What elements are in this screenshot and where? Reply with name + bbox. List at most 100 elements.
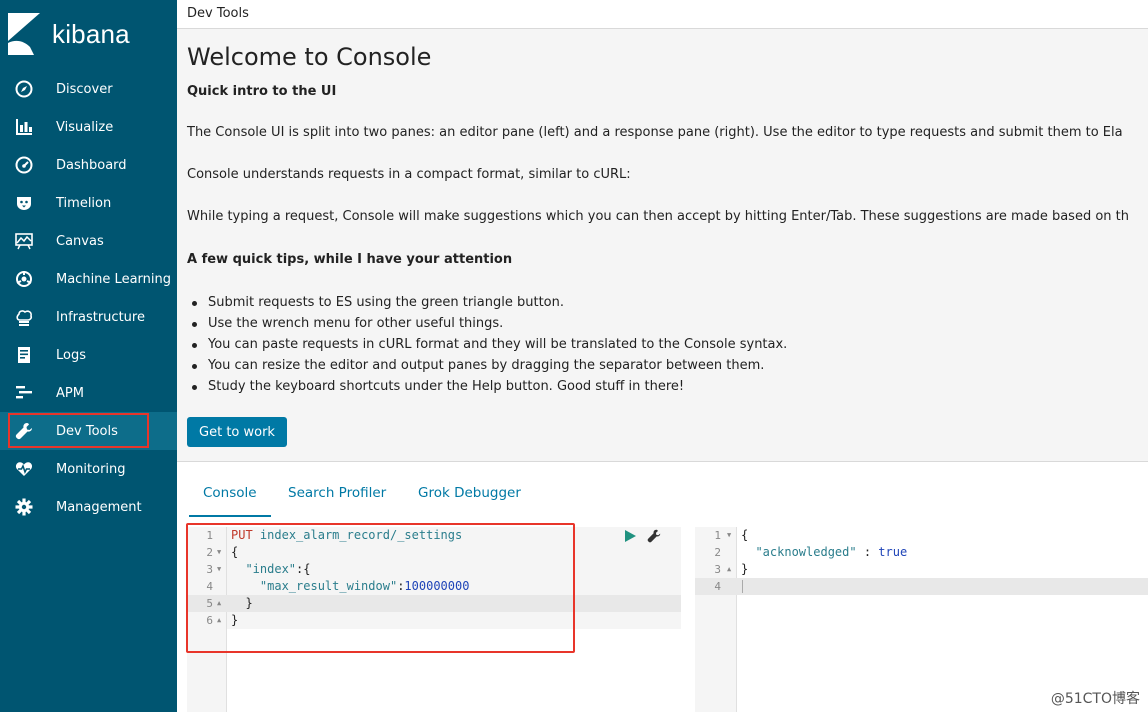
watermark: @51CTO博客 <box>1050 691 1140 707</box>
http-method: PUT <box>231 528 253 542</box>
sidebar-item-discover[interactable]: Discover <box>0 70 177 108</box>
line-number: 4 <box>714 580 721 593</box>
sidebar-item-machine-learning[interactable]: Machine Learning <box>0 260 177 298</box>
kibana-logo[interactable]: kibana <box>8 12 173 56</box>
line-number: 5 <box>206 597 213 610</box>
json-value: true <box>878 545 908 559</box>
apm-icon <box>14 383 34 403</box>
tip-item: You can paste requests in cURL format an… <box>187 334 787 355</box>
json-punct: : <box>856 545 879 559</box>
heartbeat-icon <box>14 459 34 479</box>
request-editor[interactable]: 1 PUT index_alarm_record/_settings 2 ▼ {… <box>187 527 681 712</box>
response-output[interactable]: 1 ▼ { 2 "acknowledged" : true 3 ▲ } 4 <box>695 527 1148 712</box>
json-punct: } <box>245 596 253 610</box>
sidebar-item-visualize[interactable]: Visualize <box>0 108 177 146</box>
sidebar: kibana Discover Visualize Dashboard Time… <box>0 0 177 712</box>
intro-paragraph-suggestions: While typing a request, Console will mak… <box>187 209 1129 224</box>
text-cursor <box>742 580 743 593</box>
brand-name: kibana <box>52 18 130 49</box>
kibana-logo-icon <box>8 13 40 55</box>
sidebar-item-logs[interactable]: Logs <box>0 336 177 374</box>
sidebar-item-label: APM <box>56 385 84 401</box>
fold-toggle-icon[interactable]: ▲ <box>727 561 731 578</box>
tab-grok-debugger[interactable]: Grok Debugger <box>418 485 521 501</box>
page-title: Welcome to Console <box>187 43 432 71</box>
sidebar-item-monitoring[interactable]: Monitoring <box>0 450 177 488</box>
json-key: "acknowledged" <box>755 545 857 559</box>
sidebar-item-label: Dev Tools <box>56 423 118 439</box>
editor-line: 4 "max_result_window":100000000 <box>187 578 681 595</box>
json-key: "max_result_window" <box>259 579 398 593</box>
output-line: 3 ▲ } <box>695 561 1148 578</box>
sidebar-item-label: Canvas <box>56 233 104 249</box>
dashboard-icon <box>14 155 34 175</box>
sidebar-item-label: Infrastructure <box>56 309 145 325</box>
tab-console[interactable]: Console <box>189 485 271 517</box>
editor-line: 2 ▼ { <box>187 544 681 561</box>
request-path: index_alarm_record/_settings <box>259 528 463 542</box>
fold-toggle-icon[interactable]: ▼ <box>217 544 221 561</box>
intro-paragraph-panes: The Console UI is split into two panes: … <box>187 125 1123 140</box>
sidebar-item-label: Management <box>56 499 142 515</box>
wrench-icon[interactable] <box>647 529 661 543</box>
sidebar-item-management[interactable]: Management <box>0 488 177 526</box>
sidebar-item-dev-tools[interactable]: Dev Tools <box>0 412 177 450</box>
line-text: } <box>231 595 253 612</box>
line-number: 1 <box>714 529 721 542</box>
intro-paragraph-format: Console understands requests in a compac… <box>187 167 631 182</box>
sidebar-item-label: Monitoring <box>56 461 126 477</box>
get-to-work-button[interactable]: Get to work <box>187 417 287 447</box>
sidebar-item-infrastructure[interactable]: Infrastructure <box>0 298 177 336</box>
tip-item: Use the wrench menu for other useful thi… <box>187 313 787 334</box>
sidebar-item-dashboard[interactable]: Dashboard <box>0 146 177 184</box>
line-text: { <box>741 528 749 542</box>
line-number: 3 <box>206 563 213 576</box>
editor-line-active: 5 ▲ } <box>187 595 681 612</box>
line-number: 6 <box>206 614 213 627</box>
line-number: 2 <box>714 546 721 559</box>
output-line: 2 "acknowledged" : true <box>695 544 1148 561</box>
sidebar-item-timelion[interactable]: Timelion <box>0 184 177 222</box>
sidebar-nav: Discover Visualize Dashboard Timelion Ca… <box>0 70 177 526</box>
send-request-icon[interactable] <box>624 530 636 542</box>
timelion-icon <box>14 193 34 213</box>
infrastructure-icon <box>14 307 34 327</box>
fold-toggle-icon[interactable]: ▲ <box>217 612 221 629</box>
welcome-panel: Welcome to Console Quick intro to the UI… <box>177 29 1148 462</box>
editor-line: 6 ▲ } <box>187 612 681 629</box>
sidebar-item-label: Visualize <box>56 119 114 135</box>
fold-toggle-icon[interactable]: ▼ <box>217 561 221 578</box>
dev-tools-tabs: Console Search Profiler Grok Debugger <box>177 463 1148 518</box>
fold-toggle-icon[interactable]: ▼ <box>727 527 731 544</box>
line-text: "acknowledged" : true <box>741 544 907 561</box>
editor-line: 1 PUT index_alarm_record/_settings <box>187 527 681 544</box>
breadcrumb[interactable]: Dev Tools <box>187 6 249 21</box>
output-line: 1 ▼ { <box>695 527 1148 544</box>
line-text: PUT index_alarm_record/_settings <box>231 527 462 544</box>
tip-item: Submit requests to ES using the green tr… <box>187 292 787 313</box>
tab-search-profiler[interactable]: Search Profiler <box>288 485 386 501</box>
line-number: 1 <box>206 529 213 542</box>
line-number: 3 <box>714 563 721 576</box>
line-number: 2 <box>206 546 213 559</box>
sidebar-item-label: Machine Learning <box>56 271 171 287</box>
tip-item: Study the keyboard shortcuts under the H… <box>187 376 787 397</box>
machine-learning-icon <box>14 269 34 289</box>
logs-icon <box>14 345 34 365</box>
line-text: "index":{ <box>231 561 310 578</box>
bar-chart-icon <box>14 117 34 137</box>
sidebar-item-apm[interactable]: APM <box>0 374 177 412</box>
editor-line: 3 ▼ "index":{ <box>187 561 681 578</box>
wrench-icon <box>14 421 34 441</box>
json-key: "index" <box>245 562 297 576</box>
sidebar-item-label: Logs <box>56 347 86 363</box>
tip-item: You can resize the editor and output pan… <box>187 355 787 376</box>
output-line-active: 4 <box>695 578 1148 595</box>
tips-list: Submit requests to ES using the green tr… <box>187 292 787 397</box>
gear-icon <box>14 497 34 517</box>
line-text: } <box>231 613 239 627</box>
line-text: } <box>741 562 749 576</box>
sidebar-item-label: Timelion <box>56 195 112 211</box>
sidebar-item-canvas[interactable]: Canvas <box>0 222 177 260</box>
fold-toggle-icon[interactable]: ▲ <box>217 595 221 612</box>
